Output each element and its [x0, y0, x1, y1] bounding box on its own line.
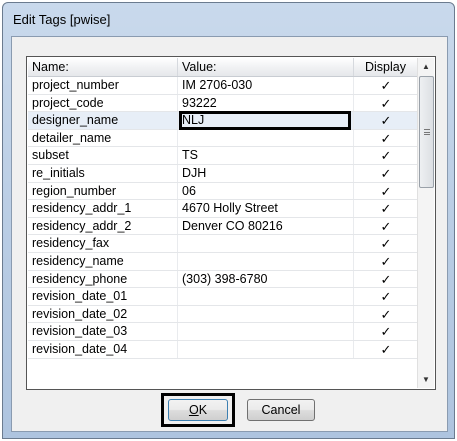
grip-icon: [424, 129, 430, 135]
dialog-title: Edit Tags [pwise]: [13, 12, 111, 27]
tag-name-cell[interactable]: residency_addr_1: [28, 200, 178, 217]
grid-rows: project_number IM 2706-030 ✓ project_code 93…: [28, 77, 418, 359]
tag-value-cell[interactable]: 93222: [178, 94, 354, 112]
ok-mnemonic: O: [188, 403, 199, 417]
tags-grid: Name: Value: Display project_number IM 27…: [28, 58, 418, 388]
cancel-button[interactable]: Cancel: [247, 399, 315, 421]
display-check-cell[interactable]: ✓: [354, 288, 418, 305]
ok-button[interactable]: OK: [168, 399, 228, 421]
tag-name-cell[interactable]: revision_date_03: [28, 323, 178, 340]
tag-value-cell[interactable]: [178, 340, 354, 358]
tag-name-cell[interactable]: designer_name: [28, 112, 178, 129]
display-check-cell[interactable]: ✓: [354, 183, 418, 200]
table-row[interactable]: residency_name ✓: [28, 252, 418, 271]
tag-name-cell[interactable]: re_initials: [28, 164, 178, 182]
tag-name-cell[interactable]: residency_fax: [28, 235, 178, 252]
display-check-cell[interactable]: ✓: [354, 130, 418, 147]
table-row[interactable]: revision_date_01 ✓: [28, 288, 418, 306]
column-header-value[interactable]: Value:: [178, 58, 354, 76]
display-check-cell[interactable]: ✓: [354, 235, 418, 252]
table-row[interactable]: residency_fax ✓: [28, 235, 418, 253]
display-check-cell[interactable]: ✓: [354, 165, 418, 182]
scroll-thumb[interactable]: [419, 76, 434, 188]
column-header-name[interactable]: Name:: [28, 58, 178, 76]
display-check-cell[interactable]: ✓: [354, 271, 418, 288]
scroll-down-icon[interactable]: ▼: [418, 371, 434, 388]
tag-name-cell[interactable]: residency_name: [28, 252, 178, 270]
table-row[interactable]: subset TS ✓: [28, 147, 418, 165]
table-row[interactable]: detailer_name ✓: [28, 129, 418, 148]
tags-list-frame: Name: Value: Display project_number IM 27…: [26, 56, 436, 390]
tag-value-cell[interactable]: [178, 305, 354, 323]
vertical-scrollbar[interactable]: ▲ ▼: [417, 58, 434, 388]
display-check-cell[interactable]: ✓: [354, 218, 418, 235]
table-row[interactable]: revision_date_02 ✓: [28, 305, 418, 324]
tag-value-cell[interactable]: [178, 235, 354, 252]
table-row[interactable]: residency_addr_1 4670 Holly Street ✓: [28, 200, 418, 218]
tag-value-cell[interactable]: TS: [178, 147, 354, 164]
tag-value-cell[interactable]: [178, 323, 354, 340]
table-row[interactable]: designer_name NLJ ✓: [28, 112, 418, 130]
tag-name-cell[interactable]: project_number: [28, 77, 178, 94]
tag-name-cell[interactable]: detailer_name: [28, 129, 178, 147]
table-row[interactable]: residency_phone (303) 398-6780 ✓: [28, 270, 418, 289]
display-check-cell[interactable]: ✓: [354, 341, 418, 358]
tag-value-cell[interactable]: NLJ: [178, 112, 354, 129]
tag-name-cell[interactable]: subset: [28, 147, 178, 164]
tag-value-cell[interactable]: [178, 129, 354, 147]
tag-value-cell[interactable]: 4670 Holly Street: [178, 200, 354, 217]
tag-value-cell[interactable]: (303) 398-6780: [178, 270, 354, 288]
table-row[interactable]: region_number 06 ✓: [28, 182, 418, 201]
tag-value-cell[interactable]: [178, 252, 354, 270]
display-check-cell[interactable]: ✓: [354, 200, 418, 217]
display-check-cell[interactable]: ✓: [354, 95, 418, 112]
tag-name-cell[interactable]: residency_addr_2: [28, 217, 178, 235]
scroll-up-icon[interactable]: ▲: [418, 58, 434, 75]
display-check-cell[interactable]: ✓: [354, 112, 418, 129]
tag-name-cell[interactable]: revision_date_02: [28, 305, 178, 323]
table-row[interactable]: revision_date_04 ✓: [28, 340, 418, 359]
table-row[interactable]: residency_addr_2 Denver CO 80216 ✓: [28, 217, 418, 236]
tag-value-cell[interactable]: DJH: [178, 164, 354, 182]
tag-name-cell[interactable]: project_code: [28, 94, 178, 112]
grid-header: Name: Value: Display: [28, 58, 418, 77]
display-check-cell[interactable]: ✓: [354, 253, 418, 270]
tag-name-cell[interactable]: residency_phone: [28, 270, 178, 288]
column-header-display[interactable]: Display: [354, 58, 418, 76]
tag-name-cell[interactable]: revision_date_04: [28, 340, 178, 358]
table-row[interactable]: project_code 93222 ✓: [28, 94, 418, 113]
edit-tags-dialog: Edit Tags [pwise] Name: Value: Display p…: [2, 2, 455, 439]
display-check-cell[interactable]: ✓: [354, 323, 418, 340]
tag-value-cell[interactable]: Denver CO 80216: [178, 217, 354, 235]
tag-value-cell[interactable]: [178, 288, 354, 305]
table-row[interactable]: re_initials DJH ✓: [28, 164, 418, 183]
tag-name-cell[interactable]: revision_date_01: [28, 288, 178, 305]
display-check-cell[interactable]: ✓: [354, 306, 418, 323]
tag-name-cell[interactable]: region_number: [28, 182, 178, 200]
tag-value-cell[interactable]: IM 2706-030: [178, 77, 354, 94]
tag-value-cell[interactable]: 06: [178, 182, 354, 200]
display-check-cell[interactable]: ✓: [354, 147, 418, 164]
display-check-cell[interactable]: ✓: [354, 77, 418, 94]
table-row[interactable]: revision_date_03 ✓: [28, 323, 418, 341]
table-row[interactable]: project_number IM 2706-030 ✓: [28, 77, 418, 95]
ok-label-rest: K: [198, 403, 208, 417]
dialog-client-area: Name: Value: Display project_number IM 27…: [11, 36, 448, 432]
